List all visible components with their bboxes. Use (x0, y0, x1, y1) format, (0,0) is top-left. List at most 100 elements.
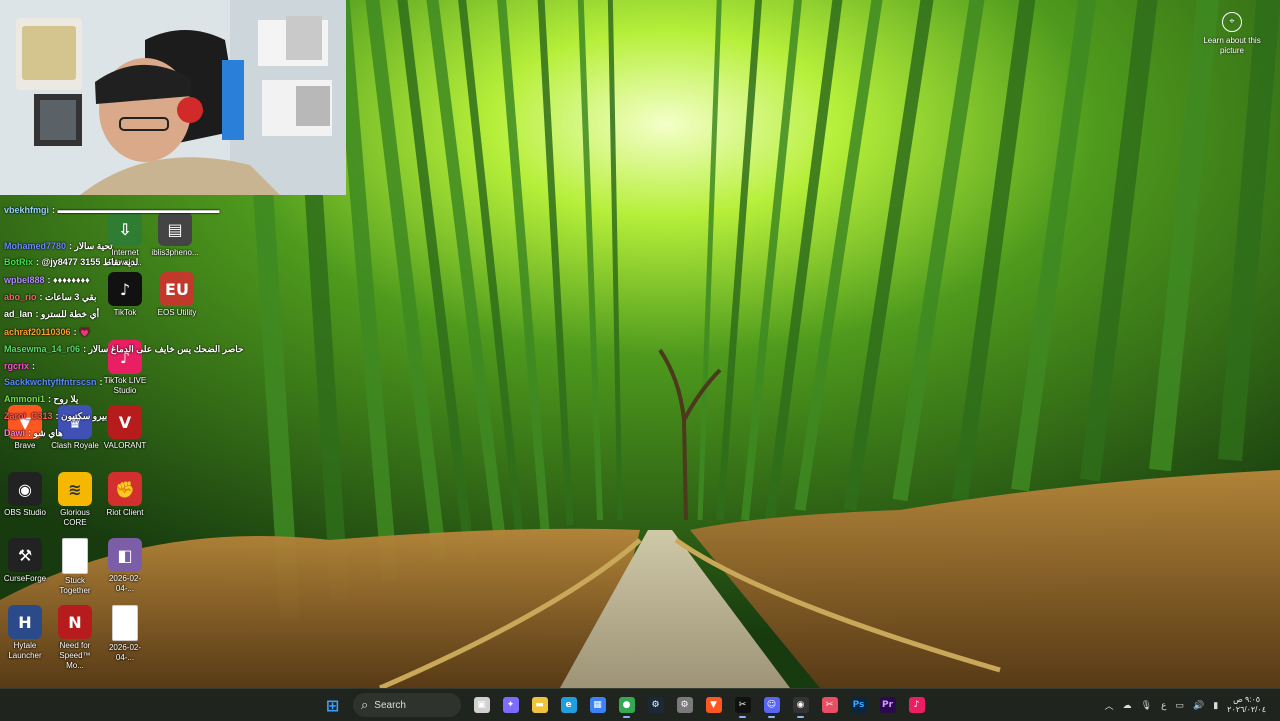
desktop-icon[interactable]: 2026-02-04-... (100, 605, 150, 663)
desktop-icon-label: TikTok LIVE Studio (103, 376, 147, 395)
taskbar-copilot-button[interactable]: ✦ (496, 691, 525, 719)
taskbar-steam-button[interactable]: ⚙ (641, 691, 670, 719)
nfs-icon: N (58, 605, 92, 639)
chat-username[interactable]: Mohamed7780 (4, 241, 66, 251)
taskbar-premiere-button[interactable]: Pr (873, 691, 902, 719)
learn-about-picture[interactable]: ⌖ Learn about this picture (1202, 12, 1262, 56)
chat-username[interactable]: ad_lan (4, 309, 33, 319)
chat-text: : ♦♦♦♦♦♦♦♦ (47, 275, 90, 285)
tiktok-live-icon: ♪ (908, 697, 925, 713)
desktop-icon[interactable]: ◧ 2026-02-04-... (100, 538, 150, 594)
desktop-icon[interactable]: N Need for Speed™ Mo... (50, 605, 100, 671)
taskbar-capcut-button[interactable]: ✂ (728, 691, 757, 719)
desktop-icon[interactable]: ◉ OBS Studio (0, 472, 50, 518)
taskbar-file-explorer-button[interactable]: ▬ (525, 691, 554, 719)
glorious-icon: ≋ (58, 472, 92, 506)
brave-icon: ▼ (705, 697, 722, 713)
desktop-icon-label: CurseForge (3, 574, 47, 583)
chat-message: Masewma_14_r06: حاصر الضحك يس خايف على ا… (4, 344, 244, 355)
chat-text: : تحية سالار (69, 241, 113, 251)
desktop-icon-label: 2026-02-04-... (108, 574, 142, 593)
chat-username[interactable]: BotRix (4, 257, 33, 267)
premiere-icon: Pr (879, 697, 896, 713)
chat-text: : (99, 377, 103, 387)
desktop-icon[interactable]: ⚒ CurseForge (0, 538, 50, 584)
chat-message: Mohamed7780: تحية سالار (4, 241, 113, 252)
chat-username[interactable]: rgcrix (4, 361, 29, 371)
network-icon[interactable]: ▭ (1175, 700, 1184, 711)
desktop-icon[interactable]: Stuck Together (50, 538, 100, 596)
chat-message: Ammoni1: يلا روح (4, 394, 78, 405)
desktop-icon-label: Glorious CORE (60, 508, 90, 527)
chat-text: : أي خطة للسترو (35, 309, 100, 319)
webcam-overlay (0, 0, 346, 195)
chat-message: abo_rio: بقي 3 ساعات (4, 292, 96, 303)
taskbar-task-view-button[interactable]: ▣ (467, 691, 496, 719)
system-tray: ︿ ☁ 🎙 ع ▭ 🔊 ▮ ٩:٠٥ ص ٢٠٢٦/٠٢/٠٤ (1105, 689, 1280, 721)
chat-message: BotRix: @jy8477 3155 لديه نقاط (4, 257, 138, 268)
desktop-icon[interactable]: ♪ TikTok (100, 272, 150, 318)
taskbar-search[interactable]: ⌕ Search (353, 693, 461, 717)
steam-icon: ⚙ (647, 697, 664, 713)
taskbar-photoshop-button[interactable]: Ps (844, 691, 873, 719)
taskbar-tiktok-studio-button[interactable]: ♪ (902, 691, 931, 719)
desktop-icon[interactable]: H Hytale Launcher (0, 605, 50, 661)
desktop-icon[interactable]: V VALORANT (100, 405, 150, 451)
chat-username[interactable]: wpbel888 (4, 275, 45, 285)
chat-text: : (32, 361, 36, 371)
search-icon: ⌕ (361, 697, 369, 712)
taskbar-apps: ⊞ ⌕ Search ▣ ✦ ▬ e ▦ ● ⚙ ⚙ ▼ ✂ ☺ ◉ ✂ Ps Pr ♪ (318, 689, 931, 721)
taskbar-edge-button[interactable]: e (554, 691, 583, 719)
taskbar-settings-button[interactable]: ⚙ (670, 691, 699, 719)
taskbar-discord-button[interactable]: ☺ (757, 691, 786, 719)
chat-username[interactable]: Sackkwchtyflfntrscsn (4, 377, 97, 387)
chat-text: : بقي 3 ساعات (39, 292, 97, 302)
search-label: Search (374, 699, 406, 711)
discord-icon: ☺ (763, 697, 780, 713)
desktop-icon-label: EOS Utility (157, 308, 197, 317)
image-file-icon: ◧ (108, 538, 142, 572)
chrome-icon: ● (618, 697, 635, 713)
obs-icon: ◉ (792, 697, 809, 713)
chat-text: : حاصر الضحك يس خايف على الدماغ سالار (83, 344, 244, 354)
desktop-icon-label: 2026-02-04-... (108, 643, 142, 662)
edge-icon: e (560, 697, 577, 713)
chat-username[interactable]: Ammoni1 (4, 394, 45, 404)
windows-icon: ⊞ (325, 695, 340, 715)
desktop-icon[interactable]: ✊ Riot Client (100, 472, 150, 518)
taskbar-start-button[interactable]: ⊞ (318, 691, 347, 719)
taskbar-snipping-button[interactable]: ✂ (815, 691, 844, 719)
chevron-up-icon[interactable]: ︿ (1105, 699, 1114, 712)
riot-icon: ✊ (108, 472, 142, 506)
document-icon (112, 605, 138, 641)
hytale-icon: H (8, 605, 42, 639)
input-language[interactable]: ع (1161, 700, 1166, 711)
chat-username[interactable]: Zaroi_C313 (4, 411, 53, 421)
chat-username[interactable]: Dawi (4, 428, 25, 438)
desktop-icon-label: Riot Client (106, 508, 144, 517)
desktop-icon[interactable]: ≋ Glorious CORE (50, 472, 100, 528)
chat-username[interactable]: vbekhfmgi (4, 205, 49, 215)
volume-icon[interactable]: 🔊 (1193, 700, 1204, 711)
battery-icon[interactable]: ▮ (1213, 700, 1218, 711)
desktop-icon-label: TikTok (113, 308, 137, 317)
desktop-icon[interactable]: ▤ iblis3pheno... (150, 212, 200, 258)
valorant-icon: V (108, 405, 142, 439)
taskbar-brave-button[interactable]: ▼ (699, 691, 728, 719)
chat-username[interactable]: achraf20110306 (4, 327, 71, 337)
gear-icon: ⚙ (676, 697, 693, 713)
desktop-icon-label: iblis3pheno... (151, 248, 199, 257)
taskbar-obs-button[interactable]: ◉ (786, 691, 815, 719)
chat-username[interactable]: abo_rio (4, 292, 37, 302)
cloud-icon[interactable]: ☁ (1123, 700, 1132, 711)
tiktok-icon: ♪ (108, 272, 142, 306)
capcut-icon: ✂ (734, 697, 751, 713)
chat-text: : يلا روح (48, 394, 79, 404)
clock[interactable]: ٩:٠٥ ص ٢٠٢٦/٠٢/٠٤ (1227, 695, 1266, 715)
microphone-icon[interactable]: 🎙 (1141, 700, 1152, 711)
chat-username[interactable]: Masewma_14_r06 (4, 344, 80, 354)
desktop-icon[interactable]: EU EOS Utility (152, 272, 202, 318)
taskbar-store-button[interactable]: ▦ (583, 691, 612, 719)
taskbar-chrome-button[interactable]: ● (612, 691, 641, 719)
chat-message: Dawi: هاي شو (4, 428, 63, 439)
